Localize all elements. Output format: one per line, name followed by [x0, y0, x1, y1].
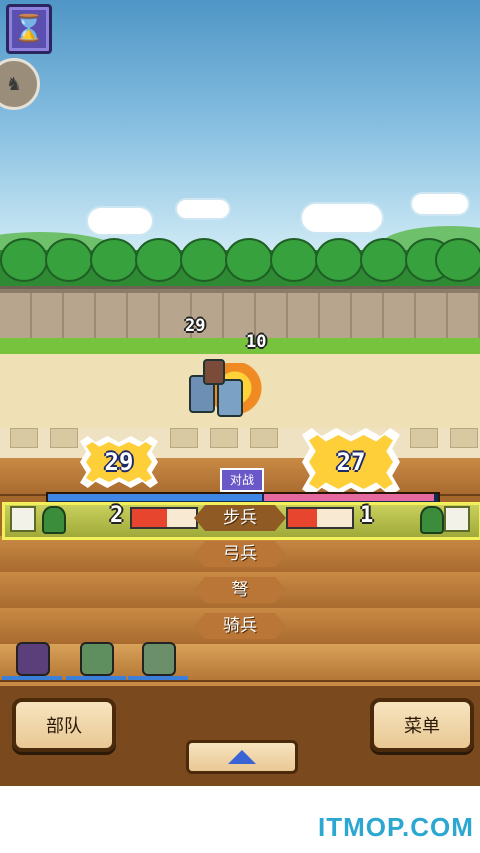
crenel [10, 428, 38, 448]
right-count: 1 [360, 503, 374, 528]
right-score: 27 [336, 448, 366, 476]
unit-card[interactable] [66, 642, 126, 680]
crenel [210, 428, 238, 448]
castle-wall [0, 286, 480, 344]
duel-label: 对战 [220, 468, 264, 492]
left-gauge [130, 507, 198, 529]
right-gauge-fill [288, 509, 317, 527]
lane-label-cavalry[interactable]: 骑兵 [194, 613, 286, 639]
cloud [410, 192, 470, 216]
lane-label-archer[interactable]: 弓兵 [194, 541, 286, 567]
battle-melee [155, 355, 265, 425]
hourglass-icon[interactable]: ⌛ [6, 4, 52, 54]
menu-button[interactable]: 菜单 [370, 698, 474, 752]
unit-card[interactable] [128, 642, 188, 680]
tree [315, 238, 363, 282]
tree [270, 238, 318, 282]
fighter-sprite [203, 359, 225, 385]
up-arrow-icon [228, 750, 256, 764]
right-score-burst: 27 [302, 428, 400, 496]
infantry-soldier-icon [420, 506, 444, 534]
tree [225, 238, 273, 282]
infantry-soldier-icon [42, 506, 66, 534]
left-gauge-fill [132, 509, 168, 527]
tree [360, 238, 408, 282]
damage-number: 29 [185, 316, 206, 336]
crenel [250, 428, 278, 448]
left-score: 29 [104, 448, 134, 476]
lane-checkbox-right[interactable] [444, 506, 470, 532]
left-score-burst: 29 [80, 436, 158, 488]
watermark: ITMOP.COM [318, 812, 474, 842]
crenel [170, 428, 198, 448]
damage-number: 10 [246, 332, 267, 352]
hp-bar-right [264, 494, 434, 501]
cloud [86, 206, 154, 236]
lane-label-infantry[interactable]: 步兵 [194, 505, 286, 531]
unit-card[interactable] [2, 642, 62, 680]
cloud [175, 198, 231, 220]
left-count: 2 [110, 503, 124, 528]
lane-label-crossbow[interactable]: 弩 [194, 577, 286, 603]
battle-scene: 29 10 [0, 0, 480, 460]
expand-button[interactable] [186, 740, 298, 774]
crenel [50, 428, 78, 448]
tree [0, 238, 48, 282]
cloud [300, 202, 384, 234]
tree [135, 238, 183, 282]
tree [180, 238, 228, 282]
tree [45, 238, 93, 282]
tree [90, 238, 138, 282]
troops-button[interactable]: 部队 [12, 698, 116, 752]
crenel [450, 428, 478, 448]
right-gauge [286, 507, 354, 529]
lane-checkbox-left[interactable] [10, 506, 36, 532]
tree [435, 238, 480, 282]
hp-bar-left [48, 494, 262, 501]
crenel [410, 428, 438, 448]
